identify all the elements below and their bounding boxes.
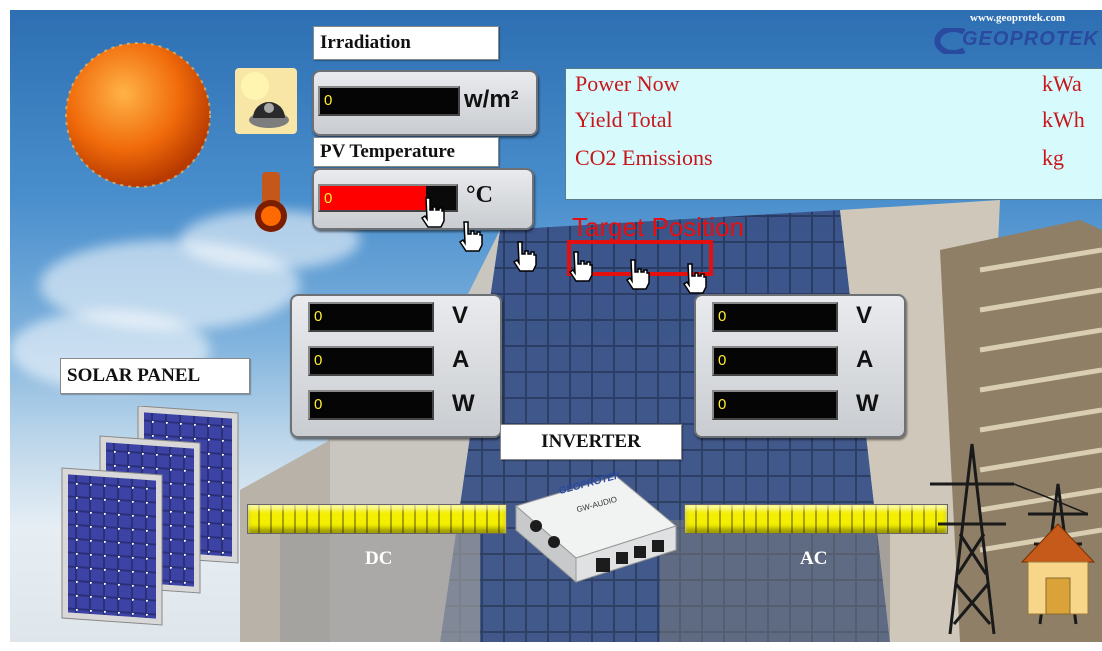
pv-temperature-unit: °C xyxy=(466,182,493,208)
power-now-unit: kWa xyxy=(1042,71,1082,96)
hand-cursor-icon xyxy=(625,259,650,290)
solar-panel-label: SOLAR PANEL xyxy=(60,358,250,394)
dc-voltage-value: 0 xyxy=(308,302,434,332)
irradiation-unit: w/m² xyxy=(464,86,519,113)
thermometer-icon xyxy=(255,172,287,232)
yield-total-label: Yield Total xyxy=(575,107,673,132)
ac-current-unit: A xyxy=(856,346,874,373)
hand-cursor-icon xyxy=(458,221,483,252)
co2-emissions-label: CO2 Emissions xyxy=(575,145,713,170)
hand-cursor-icon xyxy=(568,251,593,282)
irradiation-title: Irradiation xyxy=(313,26,499,60)
yield-total-unit: kWh xyxy=(1042,107,1085,132)
solar-panel-icon xyxy=(61,406,239,626)
inverter-label: INVERTER xyxy=(500,424,682,460)
co2-emissions-unit: kg xyxy=(1042,145,1064,170)
screen: Irradiation 0 w/m² PV Temperature 0 °C P… xyxy=(0,0,1102,651)
ac-voltage-value: 0 xyxy=(712,302,838,332)
ac-power-value: 0 xyxy=(712,390,838,420)
dc-flow-bar xyxy=(247,504,507,534)
irradiation-value: 0 xyxy=(318,86,460,116)
hand-cursor-icon xyxy=(420,197,445,228)
power-now-label: Power Now xyxy=(575,71,680,96)
dc-label: DC xyxy=(365,548,393,569)
irradiation-sensor-icon xyxy=(235,68,297,134)
pv-temperature-fill xyxy=(320,186,426,210)
ac-power-unit: W xyxy=(856,390,879,417)
ac-current-value: 0 xyxy=(712,346,838,376)
target-position-label: Target Position xyxy=(572,212,744,242)
dc-current-value: 0 xyxy=(308,346,434,376)
hand-cursor-icon xyxy=(512,241,537,272)
dc-voltage-unit: V xyxy=(452,302,469,329)
ac-meter-panel: 0 V 0 A 0 W xyxy=(694,294,906,438)
ac-flow-bar xyxy=(684,504,948,534)
house-icon xyxy=(1020,523,1096,615)
pv-temperature-title: PV Temperature xyxy=(313,137,499,167)
logo-wordmark: GEOPROTEK xyxy=(962,28,1099,50)
irradiation-panel: 0 w/m² xyxy=(312,70,538,136)
dc-meter-panel: 0 V 0 A 0 W xyxy=(290,294,502,438)
sun-icon xyxy=(65,42,211,188)
dc-power-value: 0 xyxy=(308,390,434,420)
ac-label: AC xyxy=(800,548,828,569)
info-panel: Power Now kWa Yield Total kWh CO2 Emissi… xyxy=(565,68,1102,200)
dc-current-unit: A xyxy=(452,346,470,373)
hand-cursor-icon xyxy=(682,263,707,294)
ac-voltage-unit: V xyxy=(856,302,873,329)
monitoring-scene: Irradiation 0 w/m² PV Temperature 0 °C P… xyxy=(10,10,1102,642)
website-url: www.geoprotek.com xyxy=(970,12,1066,24)
dc-power-unit: W xyxy=(452,390,475,417)
geoprotek-logo: GEOPROTEK xyxy=(928,26,1102,54)
pv-temperature-value: 0 xyxy=(324,190,333,207)
